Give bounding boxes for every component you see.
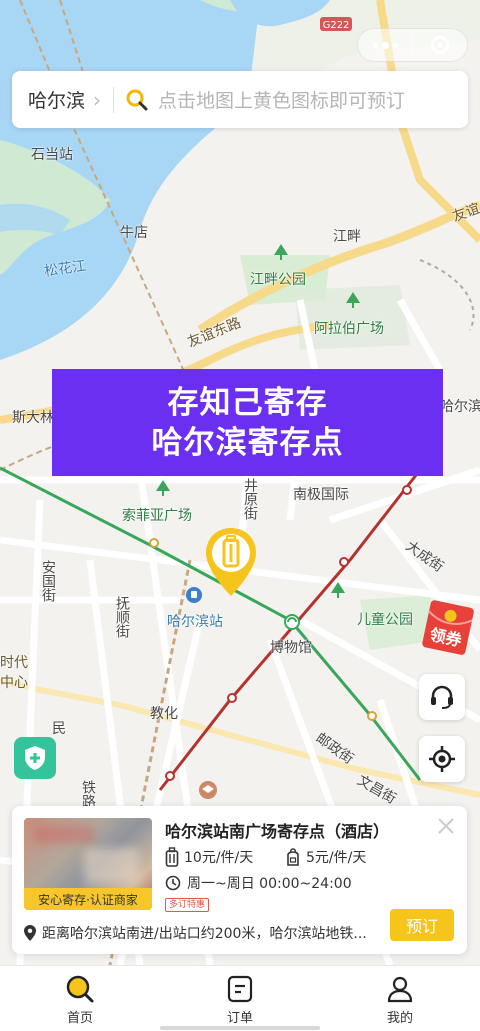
banner-subtitle: 哈尔滨寄存点: [151, 424, 344, 461]
storage-location-marker[interactable]: [203, 526, 259, 598]
chevron-right-icon: ›: [93, 87, 102, 112]
promo-banner: 存知己寄存 哈尔滨寄存点: [52, 369, 443, 476]
close-miniprogram-button[interactable]: [413, 29, 467, 61]
opening-hours: 周一~周日 00:00~24:00: [165, 873, 352, 893]
map-label-fushun-street: 抚顺街: [114, 596, 130, 638]
map-label-sofia-square: 索菲亚广场: [122, 508, 192, 524]
park-icon: [331, 582, 345, 598]
map-label-jiangpan-park: 江畔公园: [250, 272, 306, 288]
store-info-card[interactable]: 安心寄存·认证商家 哈尔滨站南广场寄存点（酒店） 10元/件/天 5元/件/天 …: [12, 806, 467, 954]
dot-icon: [381, 41, 389, 49]
dot-icon: [392, 42, 398, 48]
dot-icon: [372, 42, 378, 48]
city-name: 哈尔滨: [28, 90, 86, 112]
distance-info: 距离哈尔滨站南进/出站口约200米，哈尔滨站地铁...: [24, 923, 384, 943]
metro-transfer-icon: [284, 614, 300, 630]
tab-home[interactable]: 首页: [0, 966, 160, 1031]
search-placeholder: 点击地图上黄色图标即可预订: [158, 90, 406, 112]
clock-icon: [165, 875, 181, 891]
price-suitcase-text: 10元/件/天: [184, 850, 254, 866]
user-icon: [387, 976, 413, 1003]
park-icon: [156, 480, 170, 496]
target-icon: [431, 36, 449, 54]
crosshair-icon: [429, 746, 455, 772]
certified-badge: 安心寄存·认证商家: [24, 888, 152, 910]
tab-orders[interactable]: 订单: [160, 966, 320, 1031]
home-indicator: [160, 1026, 320, 1030]
bottom-tab-bar: 首页 订单 我的: [0, 965, 480, 1031]
park-icon: [274, 244, 288, 260]
map-label-min: 民: [52, 721, 66, 737]
order-icon: [227, 975, 253, 1003]
search-bar: 哈尔滨 › 点击地图上黄色图标即可预订: [12, 71, 468, 128]
map-label-jiaohua: 教化: [150, 706, 178, 722]
school-icon: [199, 781, 217, 799]
opening-hours-text: 周一~周日 00:00~24:00: [187, 876, 352, 892]
close-icon[interactable]: [434, 814, 458, 838]
highway-label: G222: [323, 20, 350, 31]
miniprogram-capsule: [357, 28, 468, 62]
locate-button[interactable]: [419, 736, 465, 782]
map-label-tielu: 铁路: [80, 780, 96, 808]
map-label-anguo-street: 安国街: [40, 560, 56, 602]
tab-mine[interactable]: 我的: [320, 966, 480, 1031]
city-selector[interactable]: 哈尔滨 ›: [12, 86, 101, 113]
shield-icon: [25, 746, 45, 770]
store-photo: 安心寄存·认证商家: [24, 818, 152, 910]
search-icon: [126, 89, 148, 110]
search-input[interactable]: 点击地图上黄色图标即可预订: [126, 86, 468, 113]
map-label-jingwei-street: 井原街: [242, 478, 258, 520]
location-pin-icon: [24, 925, 36, 941]
tab-home-label: 首页: [66, 1011, 93, 1026]
map-label-era-center: 时代中心: [0, 655, 28, 691]
map-label-museum: 博物馆: [270, 640, 312, 656]
map-label-niudian: 牛店: [120, 225, 148, 241]
price-suitcase: 10元/件/天: [165, 847, 253, 867]
more-menu-button[interactable]: [358, 29, 412, 61]
store-title: 哈尔滨站南广场寄存点（酒店）: [165, 822, 390, 841]
map-label-shidang: 石当站: [31, 147, 73, 163]
discount-tag: 多订特惠: [165, 898, 210, 912]
map-label-harbin-station: 哈尔滨站: [167, 614, 223, 630]
price-bag-text: 5元/件/天: [306, 850, 367, 866]
safety-guarantee-button[interactable]: [14, 737, 56, 779]
train-station-icon: [186, 587, 202, 603]
map-label-alabo-square: 阿拉伯广场: [314, 321, 384, 337]
map-label-nanji: 南极国际: [293, 487, 349, 503]
map-label-harbin-right: 哈尔滨: [440, 399, 480, 415]
search-divider: [113, 86, 115, 113]
map-label-sida: 斯大林: [12, 410, 54, 426]
park-icon: [346, 292, 360, 308]
price-bag: 5元/件/天: [285, 847, 366, 867]
coupon-button[interactable]: 领券: [420, 598, 480, 658]
headset-icon: [431, 685, 453, 709]
banner-title: 存知己寄存: [167, 384, 328, 421]
map-label-children-park: 儿童公园: [357, 612, 413, 628]
book-button[interactable]: 预订: [390, 909, 454, 941]
tab-orders-label: 订单: [226, 1011, 253, 1026]
search-icon: [66, 975, 94, 1003]
backpack-icon: [287, 848, 299, 866]
tab-mine-label: 我的: [386, 1011, 413, 1026]
distance-text: 距离哈尔滨站南进/出站口约200米，哈尔滨站地铁...: [42, 926, 367, 942]
customer-service-button[interactable]: [419, 674, 465, 720]
suitcase-icon: [165, 847, 179, 867]
map-label-jiangpan: 江畔: [333, 229, 361, 245]
